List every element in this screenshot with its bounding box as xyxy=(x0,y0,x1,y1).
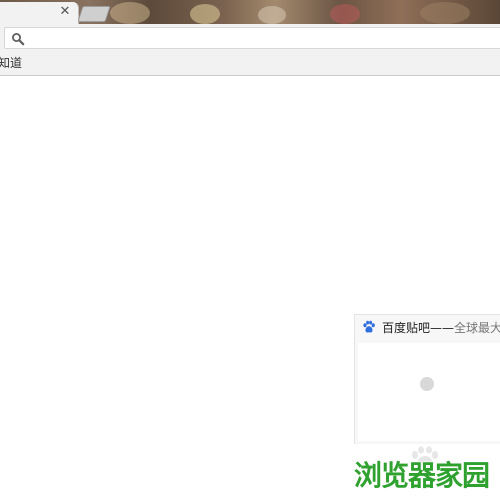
wallpaper-decoration xyxy=(420,2,470,24)
address-input[interactable] xyxy=(29,30,493,48)
new-tab-button[interactable] xyxy=(77,6,111,22)
tile-header: 百度贴吧——全球最大的 xyxy=(355,315,500,341)
loading-indicator xyxy=(420,377,434,391)
tile-preview xyxy=(358,343,500,441)
tile-title: 百度贴吧——全球最大的 xyxy=(382,320,500,336)
wallpaper-decoration xyxy=(258,6,286,24)
tile-title-faded: 全球最大的 xyxy=(454,321,500,335)
omnibox[interactable] xyxy=(4,27,500,49)
search-icon xyxy=(12,33,25,46)
baidu-paw-icon xyxy=(363,320,375,333)
browser-window: ✕ 知道 百度贴吧——全球最大的 xyxy=(0,0,500,500)
toolbar xyxy=(0,24,500,52)
wallpaper-decoration xyxy=(190,4,220,24)
close-icon[interactable]: ✕ xyxy=(58,5,72,19)
bookmarks-bar: 知道 xyxy=(0,52,500,76)
wallpaper-decoration xyxy=(330,4,360,24)
tile-title-text: 百度贴吧—— xyxy=(382,321,455,335)
wallpaper-decoration xyxy=(110,2,150,24)
most-visited-tile[interactable]: 百度贴吧——全球最大的 xyxy=(354,314,500,444)
active-tab[interactable]: ✕ xyxy=(0,2,79,24)
bookmark-item-zhidao[interactable]: 知道 xyxy=(0,55,22,71)
tab-strip: ✕ xyxy=(0,0,500,24)
watermark-text: 浏览器家园 xyxy=(354,459,490,492)
